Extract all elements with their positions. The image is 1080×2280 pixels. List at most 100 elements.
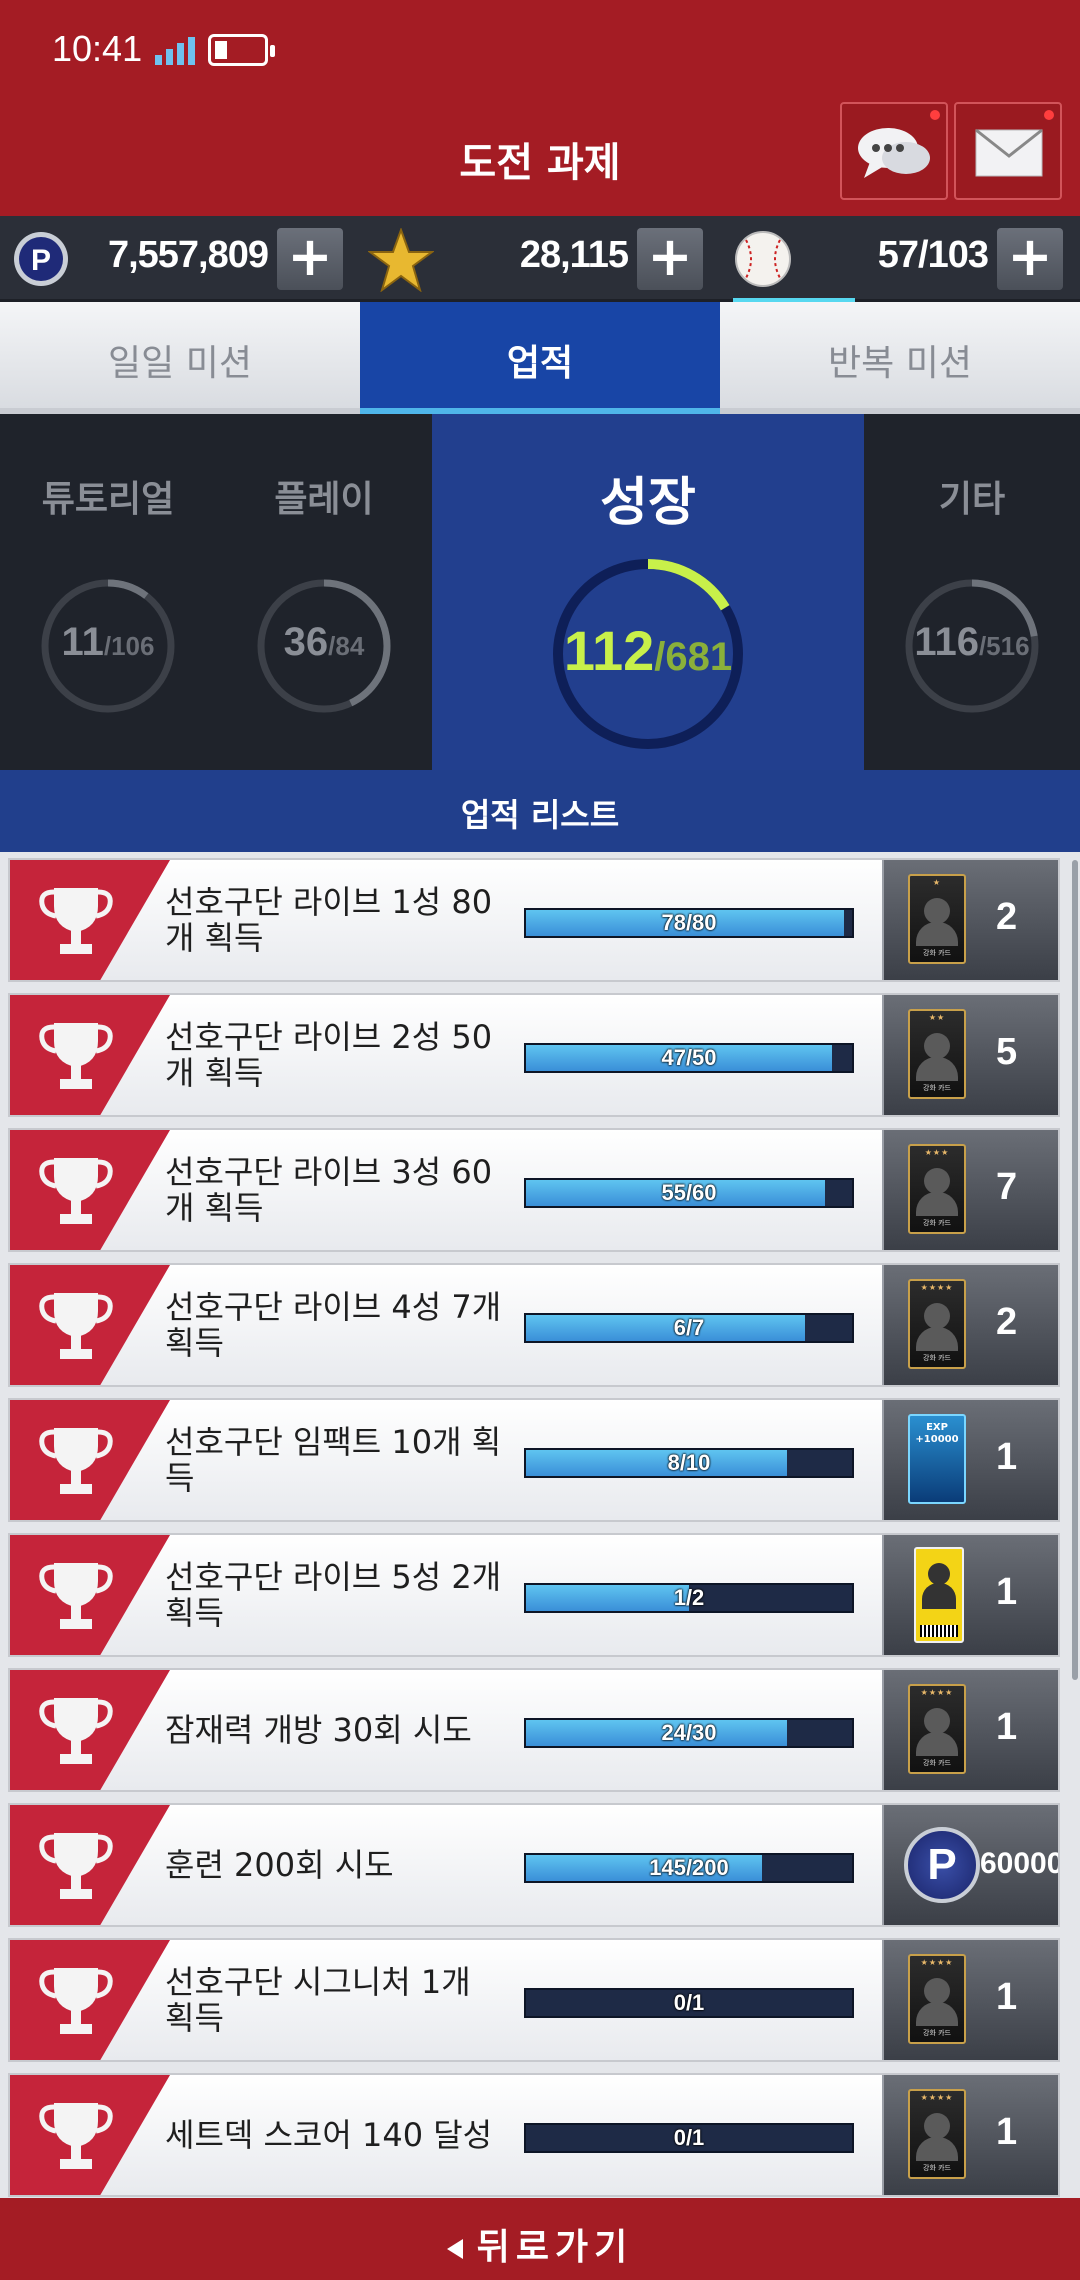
progress-text: 55/60 <box>661 1180 717 1205</box>
trophy-icon <box>39 1158 113 1224</box>
reinforce-card-icon: ★ 강화 카드 <box>908 874 966 964</box>
achievement-name: 선호구단 라이브 3성 60개 획득 <box>165 1153 493 1227</box>
category-panel: 튜토리얼 11/106 플레이 36/84 성장 112/681 기타 116/… <box>0 414 1080 770</box>
status-time: 10:41 <box>52 28 143 69</box>
category-label: 기타 <box>938 479 1006 520</box>
achievement-row[interactable]: 훈련 200회 시도 145/200 P 60000 <box>8 1803 1060 1927</box>
category-count: 116/516 <box>914 620 1030 664</box>
progress-text: 24/30 <box>661 1720 717 1745</box>
reward-quantity: 1 <box>996 2111 1018 2153</box>
category-play[interactable]: 플레이 36/84 <box>216 414 432 770</box>
achievement-name: 선호구단 라이브 1성 80개 획득 <box>165 883 493 957</box>
reward-quantity: 1 <box>996 1976 1018 2018</box>
trophy-icon <box>39 888 113 954</box>
reward-box[interactable]: ★★★★ 강화 카드 1 <box>882 2075 1058 2195</box>
reward-box[interactable]: ★★ 강화 카드 5 <box>882 995 1058 1115</box>
achievement-name: 훈련 200회 시도 <box>165 1846 394 1884</box>
app-header: 도전 과제 <box>0 100 1080 216</box>
reward-quantity: 1 <box>996 1706 1018 1748</box>
category-label: 플레이 <box>274 479 374 520</box>
achievement-name: 선호구단 라이브 4성 7개 획득 <box>165 1288 502 1362</box>
reward-quantity: 2 <box>996 896 1018 938</box>
progress-bar: 0/1 <box>524 2123 854 2153</box>
currency-bar: P 7,557,809 + 28,115 + 57/103 + <box>0 216 1080 302</box>
exp-card-icon: EXP +10000 <box>908 1414 966 1504</box>
category-etc[interactable]: 기타 116/516 <box>864 414 1080 770</box>
tab-repeat-mission[interactable]: 반복 미션 <box>720 302 1080 414</box>
gold-star-icon <box>368 228 434 292</box>
achievement-row[interactable]: 선호구단 시그니처 1개 획득 0/1 ★★★★ 강화 카드 1 <box>8 1938 1060 2062</box>
reward-box[interactable]: ★★★★ 강화 카드 1 <box>882 1940 1058 2060</box>
tab-daily-mission[interactable]: 일일 미션 <box>0 302 360 414</box>
back-label: 뒤로가기 <box>476 2227 634 2268</box>
add-stars-button[interactable]: + <box>637 228 703 290</box>
back-button[interactable]: 뒤로가기 <box>0 2198 1080 2280</box>
tab-bar: 일일 미션 업적 반복 미션 <box>0 302 1080 414</box>
reward-box[interactable]: EXP +10000 1 <box>882 1400 1058 1520</box>
category-tutorial[interactable]: 튜토리얼 11/106 <box>0 414 216 770</box>
battery-icon <box>208 34 275 66</box>
trophy-icon <box>39 1833 113 1899</box>
achievement-list: 선호구단 라이브 1성 80개 획득 78/80 ★ 강화 카드 2 선호구단 라이브 2… <box>0 852 1080 2198</box>
category-count: 36/84 <box>283 620 365 664</box>
trophy-icon <box>39 1293 113 1359</box>
list-title: 업적 리스트 <box>0 770 1080 852</box>
category-label: 튜토리얼 <box>41 479 175 520</box>
progress-bar: 55/60 <box>524 1178 854 1208</box>
reward-box[interactable]: 1 <box>882 1535 1058 1655</box>
achievement-row[interactable]: 선호구단 임팩트 10개 획득 8/10 EXP +10000 1 <box>8 1398 1060 1522</box>
reward-box[interactable]: ★★★★ 강화 카드 1 <box>882 1670 1058 1790</box>
reward-quantity: 2 <box>996 1301 1018 1343</box>
progress-bar: 6/7 <box>524 1313 854 1343</box>
progress-bar: 78/80 <box>524 908 854 938</box>
reinforce-card-icon: ★★★★ 강화 카드 <box>908 1684 966 1774</box>
progress-text: 78/80 <box>661 910 717 935</box>
category-count: 112/681 <box>563 619 733 682</box>
achievement-name: 선호구단 임팩트 10개 획득 <box>165 1423 502 1497</box>
signal-icon <box>155 35 195 65</box>
trophy-icon <box>39 1023 113 1089</box>
progress-text: 1/2 <box>673 1585 705 1610</box>
chat-button[interactable] <box>840 102 948 200</box>
achievement-name: 선호구단 라이브 2성 50개 획득 <box>165 1018 493 1092</box>
achievement-name: 선호구단 라이브 5성 2개 획득 <box>165 1558 502 1632</box>
progress-text: 0/1 <box>673 2125 705 2150</box>
category-growth[interactable]: 성장 112/681 <box>432 414 864 770</box>
reinforce-card-icon: ★★★★ 강화 카드 <box>908 2089 966 2179</box>
achievement-row[interactable]: 선호구단 라이브 2성 50개 획득 47/50 ★★ 강화 카드 5 <box>8 993 1060 1117</box>
progress-text: 8/10 <box>667 1450 711 1475</box>
reward-box[interactable]: ★ 강화 카드 2 <box>882 860 1058 980</box>
progress-text: 0/1 <box>673 1990 705 2015</box>
achievement-row[interactable]: 선호구단 라이브 3성 60개 획득 55/60 ★★★ 강화 카드 7 <box>8 1128 1060 1252</box>
tab-achievements[interactable]: 업적 <box>360 302 720 414</box>
points-value: 7,557,809 <box>107 234 269 276</box>
add-points-button[interactable]: + <box>277 228 343 290</box>
reinforce-card-icon: ★★★★ 강화 카드 <box>908 1954 966 2044</box>
p-coin-icon: P <box>14 232 68 286</box>
add-balls-button[interactable]: + <box>997 228 1063 290</box>
achievement-row[interactable]: 선호구단 라이브 4성 7개 획득 6/7 ★★★★ 강화 카드 2 <box>8 1263 1060 1387</box>
achievement-row[interactable]: 선호구단 라이브 1성 80개 획득 78/80 ★ 강화 카드 2 <box>8 858 1060 982</box>
scout-ticket-icon <box>914 1547 964 1643</box>
reward-box[interactable]: ★★★★ 강화 카드 2 <box>882 1265 1058 1385</box>
reinforce-card-icon: ★★★★ 강화 카드 <box>908 1279 966 1369</box>
progress-bar: 8/10 <box>524 1448 854 1478</box>
reward-box[interactable]: P 60000 <box>882 1805 1058 1925</box>
reward-quantity: 1 <box>996 1571 1018 1613</box>
achievement-row[interactable]: 세트덱 스코어 140 달성 0/1 ★★★★ 강화 카드 1 <box>8 2073 1060 2197</box>
progress-text: 145/200 <box>649 1855 729 1880</box>
p-coin-icon: P <box>904 1827 980 1903</box>
progress-bar: 145/200 <box>524 1853 854 1883</box>
achievement-name: 선호구단 시그니처 1개 획득 <box>165 1963 471 2037</box>
mail-button[interactable] <box>954 102 1062 200</box>
reward-quantity: 1 <box>996 1436 1018 1478</box>
reward-quantity: 5 <box>996 1031 1018 1073</box>
trophy-icon <box>39 1698 113 1764</box>
trophy-icon <box>39 2103 113 2169</box>
achievement-name: 잠재력 개방 30회 시도 <box>165 1711 472 1749</box>
achievement-row[interactable]: 잠재력 개방 30회 시도 24/30 ★★★★ 강화 카드 1 <box>8 1668 1060 1792</box>
list-scrollbar[interactable] <box>1072 860 1078 1680</box>
reward-box[interactable]: ★★★ 강화 카드 7 <box>882 1130 1058 1250</box>
achievement-row[interactable]: 선호구단 라이브 5성 2개 획득 1/2 1 <box>8 1533 1060 1657</box>
chat-bubbles-icon <box>858 128 930 178</box>
